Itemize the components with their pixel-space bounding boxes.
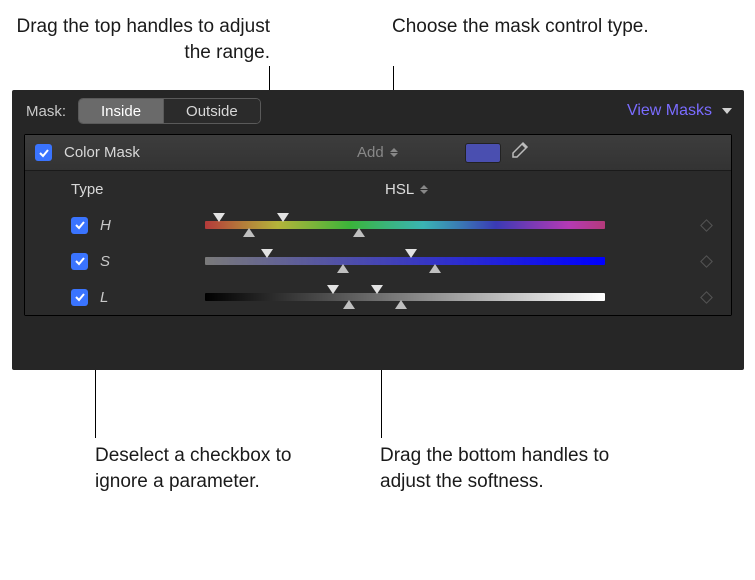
mask-toolbar: Mask: Inside Outside View Masks	[12, 90, 744, 128]
softness-handle-bottom[interactable]	[243, 228, 255, 237]
channel-l-label: L	[100, 289, 108, 306]
channel-row-s: S	[25, 243, 731, 279]
type-label: Type	[71, 181, 104, 198]
softness-handle-bottom[interactable]	[395, 300, 407, 309]
range-handle-top[interactable]	[405, 249, 417, 258]
seg-inside[interactable]: Inside	[79, 99, 163, 123]
softness-handle-bottom[interactable]	[429, 264, 441, 273]
channel-h-label: H	[100, 217, 111, 234]
callout-bottom-handles: Drag the bottom handles to adjust the so…	[380, 443, 610, 494]
callout-top-handles: Drag the top handles to adjust the range…	[10, 14, 270, 65]
type-value: HSL	[385, 181, 414, 198]
range-handle-top[interactable]	[277, 213, 289, 222]
range-handle-top[interactable]	[327, 285, 339, 294]
channel-l-checkbox[interactable]	[71, 289, 88, 306]
softness-handle-bottom[interactable]	[343, 300, 355, 309]
check-icon	[38, 147, 50, 159]
mask-inset: Color Mask Add Type HSL	[24, 134, 732, 316]
type-row: Type HSL	[25, 171, 731, 207]
channel-row-h: H	[25, 207, 731, 243]
channel-l-slider[interactable]	[205, 279, 605, 315]
range-handle-top[interactable]	[213, 213, 225, 222]
eyedropper-icon[interactable]	[509, 141, 529, 165]
add-mask-label: Add	[357, 144, 384, 161]
channel-row-l: L	[25, 279, 731, 315]
updown-icon	[420, 185, 428, 194]
color-mask-checkbox[interactable]	[35, 144, 52, 161]
chevron-down-icon	[722, 108, 732, 114]
channel-h-checkbox[interactable]	[71, 217, 88, 234]
softness-handle-bottom[interactable]	[337, 264, 349, 273]
color-mask-title: Color Mask	[64, 144, 140, 161]
mask-segment-control[interactable]: Inside Outside	[78, 98, 261, 124]
callout-checkbox: Deselect a checkbox to ignore a paramete…	[95, 443, 305, 494]
color-mask-header-row: Color Mask Add	[25, 135, 731, 171]
view-masks-label: View Masks	[627, 102, 712, 120]
check-icon	[74, 219, 86, 231]
range-handle-top[interactable]	[371, 285, 383, 294]
softness-handle-bottom[interactable]	[353, 228, 365, 237]
check-icon	[74, 291, 86, 303]
color-swatch[interactable]	[465, 143, 501, 163]
hue-track	[205, 221, 605, 229]
channel-s-checkbox[interactable]	[71, 253, 88, 270]
check-icon	[74, 255, 86, 267]
updown-icon	[390, 148, 398, 157]
mask-panel: Mask: Inside Outside View Masks Color Ma…	[12, 90, 744, 370]
seg-outside[interactable]: Outside	[163, 99, 260, 123]
channel-h-slider[interactable]	[205, 207, 605, 243]
add-mask-button[interactable]: Add	[357, 144, 398, 161]
mask-label: Mask:	[26, 103, 66, 120]
keyframe-button[interactable]	[700, 291, 713, 304]
range-handle-top[interactable]	[261, 249, 273, 258]
keyframe-button[interactable]	[700, 255, 713, 268]
callout-mask-type: Choose the mask control type.	[392, 14, 652, 40]
view-masks-menu[interactable]: View Masks	[627, 102, 732, 120]
saturation-track	[205, 257, 605, 265]
keyframe-button[interactable]	[700, 219, 713, 232]
type-select[interactable]: HSL	[385, 181, 428, 198]
channel-s-label: S	[100, 253, 110, 270]
channel-s-slider[interactable]	[205, 243, 605, 279]
